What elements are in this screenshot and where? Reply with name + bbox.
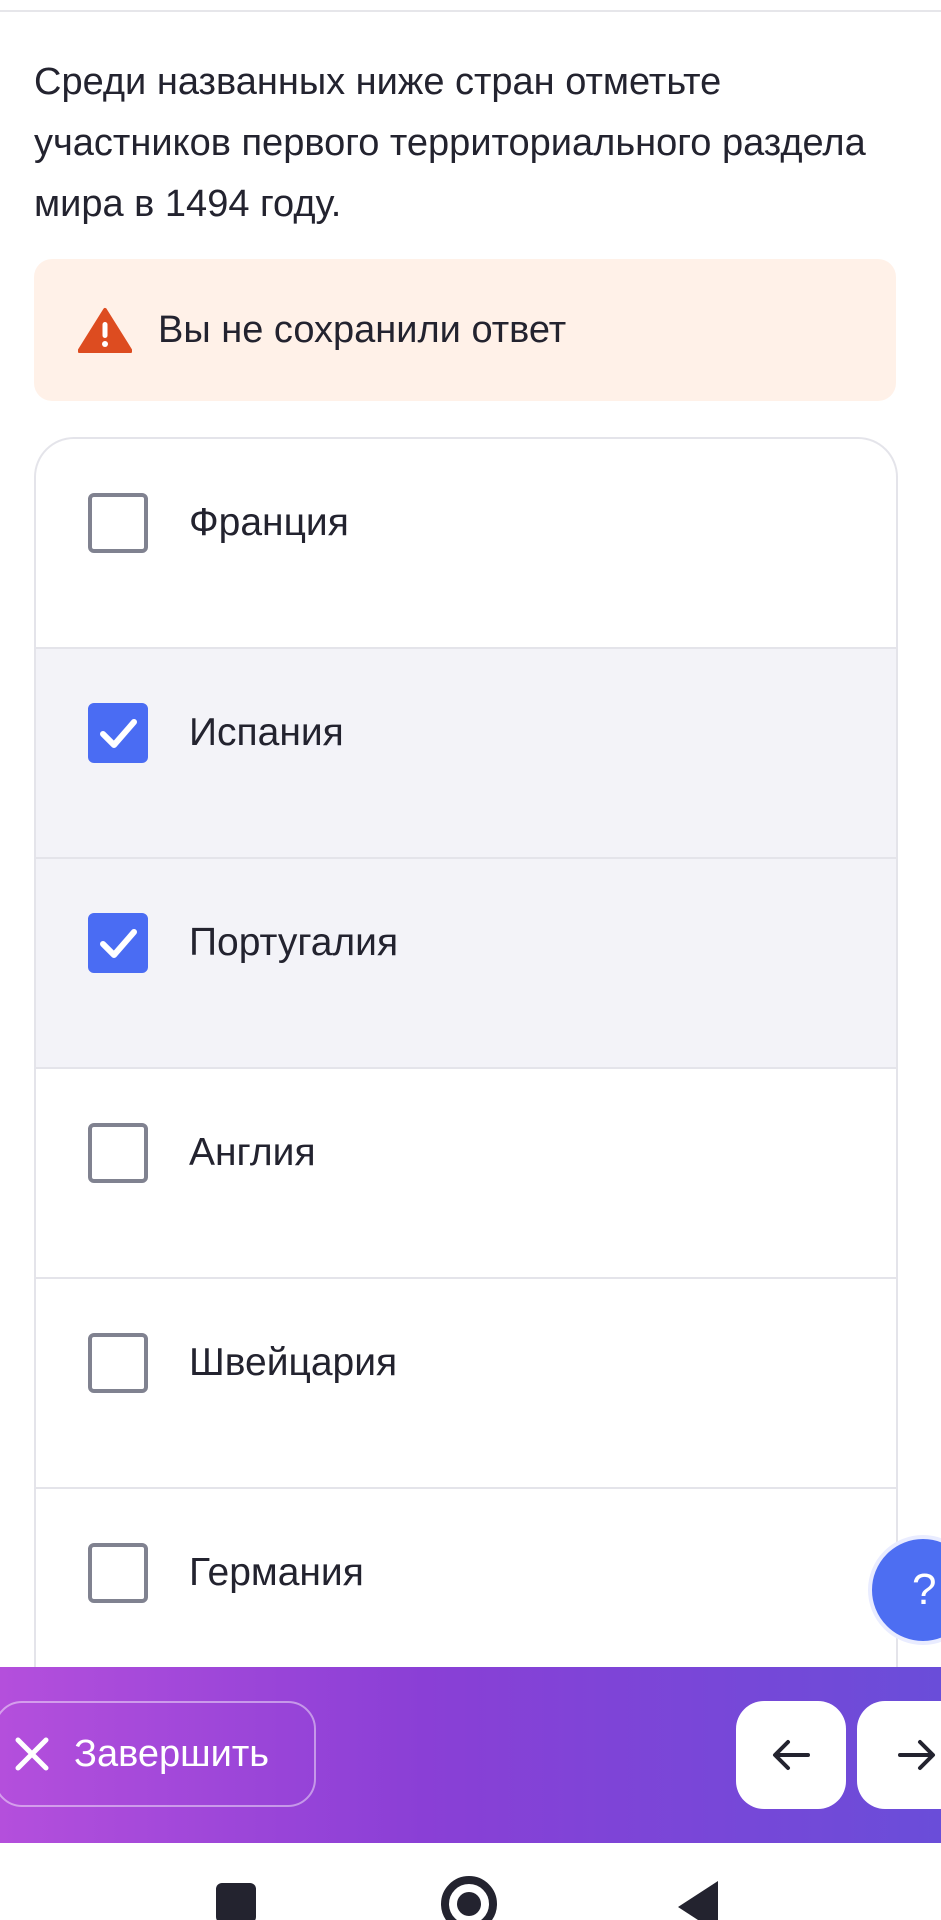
warning-triangle-icon [78, 308, 132, 353]
finish-label: Завершить [74, 1732, 270, 1775]
checkbox[interactable] [88, 703, 148, 763]
finish-button[interactable]: Завершить [0, 1701, 316, 1807]
arrow-left-icon [773, 1740, 810, 1770]
option-item[interactable]: Англия [36, 1069, 896, 1279]
option-item[interactable]: Германия [36, 1489, 896, 1689]
checkbox[interactable] [88, 493, 148, 553]
option-label: Испания [189, 711, 344, 754]
option-item[interactable]: Испания [36, 649, 896, 859]
checkmark-icon [100, 719, 137, 748]
top-divider [0, 0, 941, 12]
option-label: Англия [189, 1131, 316, 1174]
option-label: Швейцария [189, 1341, 398, 1384]
option-item[interactable]: Португалия [36, 859, 896, 1069]
option-label: Франция [189, 501, 349, 544]
checkmark-icon [100, 929, 137, 958]
close-icon [15, 1737, 49, 1771]
checkbox[interactable] [88, 1333, 148, 1393]
next-question-button[interactable] [857, 1701, 941, 1809]
option-item[interactable]: Швейцария [36, 1279, 896, 1489]
system-navigation-bar [0, 1843, 941, 1920]
home-icon[interactable] [441, 1876, 497, 1920]
question-text: Среди названных ниже стран отметьте учас… [34, 61, 866, 225]
bottom-action-bar: Завершить [0, 1667, 941, 1843]
recent-apps-icon[interactable] [216, 1883, 256, 1920]
help-icon: ? [912, 1565, 937, 1614]
option-label: Португалия [189, 921, 399, 964]
checkbox[interactable] [88, 1543, 148, 1603]
warning-text: Вы не сохранили ответ [158, 308, 567, 351]
options-list: Франция Испания Португалия Англия Швейца… [34, 437, 898, 1689]
back-icon[interactable] [678, 1881, 718, 1920]
checkbox[interactable] [88, 913, 148, 973]
previous-question-button[interactable] [736, 1701, 846, 1809]
arrow-right-icon [898, 1740, 935, 1770]
unsaved-warning-banner: Вы не сохранили ответ [34, 259, 896, 401]
checkbox[interactable] [88, 1123, 148, 1183]
option-item[interactable]: Франция [36, 439, 896, 649]
option-label: Германия [189, 1551, 364, 1594]
